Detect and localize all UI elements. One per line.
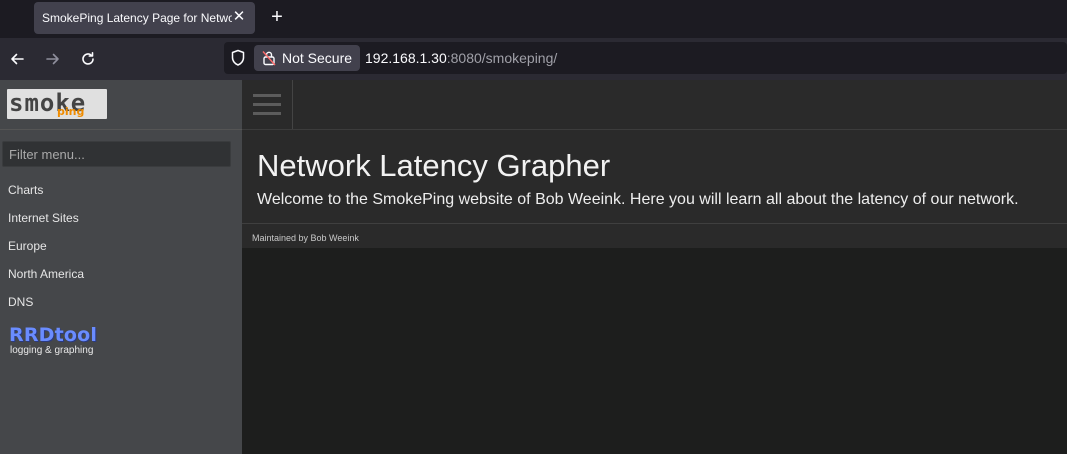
- rrdtool-logo[interactable]: RRDtool logging & graphing: [8, 324, 106, 358]
- close-tab-icon[interactable]: ✕: [231, 9, 247, 25]
- page-header: Network Latency Grapher Welcome to the S…: [242, 130, 1067, 224]
- reload-icon: [82, 52, 94, 65]
- address-bar[interactable]: Not Secure 192.168.1.30:8080/smokeping/: [224, 42, 1067, 74]
- new-tab-button[interactable]: +: [268, 7, 286, 27]
- browser-toolbar: Not Secure 192.168.1.30:8080/smokeping/: [0, 38, 1067, 80]
- back-button[interactable]: [6, 48, 28, 70]
- url-host: 192.168.1.30: [365, 50, 447, 66]
- url-path: :8080/smokeping/: [446, 50, 558, 66]
- rrdtool-logo-text: RRDtool: [9, 324, 98, 346]
- sidebar-menu: Charts Internet Sites Europe North Ameri…: [0, 176, 242, 316]
- sidebar-item-internet-sites[interactable]: Internet Sites: [0, 204, 242, 232]
- url-text[interactable]: 192.168.1.30:8080/smokeping/: [365, 50, 557, 66]
- browser-tab-strip: SmokePing Latency Page for Network Laten…: [0, 0, 1067, 38]
- forward-button[interactable]: [42, 48, 64, 70]
- page-title: Network Latency Grapher: [257, 148, 611, 183]
- smokeping-logo[interactable]: smoke ping: [7, 89, 107, 119]
- hamburger-menu-icon[interactable]: [242, 80, 293, 129]
- logo-area: smoke ping: [0, 80, 242, 130]
- lock-warning-icon: [262, 51, 276, 66]
- welcome-text: Welcome to the SmokePing website of Bob …: [257, 191, 1019, 208]
- forward-arrow-icon: [46, 53, 59, 65]
- security-indicator[interactable]: Not Secure: [254, 45, 361, 71]
- rrdtool-tagline: logging & graphing: [10, 345, 94, 356]
- main-content: Network Latency Grapher Welcome to the S…: [242, 80, 1067, 454]
- web-page: smoke ping Charts Internet Sites Europe …: [0, 80, 1067, 454]
- logo-sub-text: ping: [57, 105, 85, 118]
- top-bar: [242, 80, 1067, 130]
- back-arrow-icon: [11, 53, 24, 65]
- tab-title: SmokePing Latency Page for Network Laten…: [42, 11, 232, 25]
- reload-button[interactable]: [77, 48, 99, 70]
- sidebar-item-charts[interactable]: Charts: [0, 176, 242, 204]
- maintainer-note: Maintained by Bob Weeink: [242, 224, 1067, 248]
- sidebar-item-north-america[interactable]: North America: [0, 260, 242, 288]
- shield-icon[interactable]: [230, 49, 246, 67]
- sidebar: smoke ping Charts Internet Sites Europe …: [0, 80, 242, 454]
- sidebar-item-europe[interactable]: Europe: [0, 232, 242, 260]
- filter-menu-input[interactable]: [2, 141, 231, 167]
- browser-tab[interactable]: SmokePing Latency Page for Network Laten…: [34, 2, 255, 34]
- sidebar-item-dns[interactable]: DNS: [0, 288, 242, 316]
- security-label: Not Secure: [282, 50, 353, 66]
